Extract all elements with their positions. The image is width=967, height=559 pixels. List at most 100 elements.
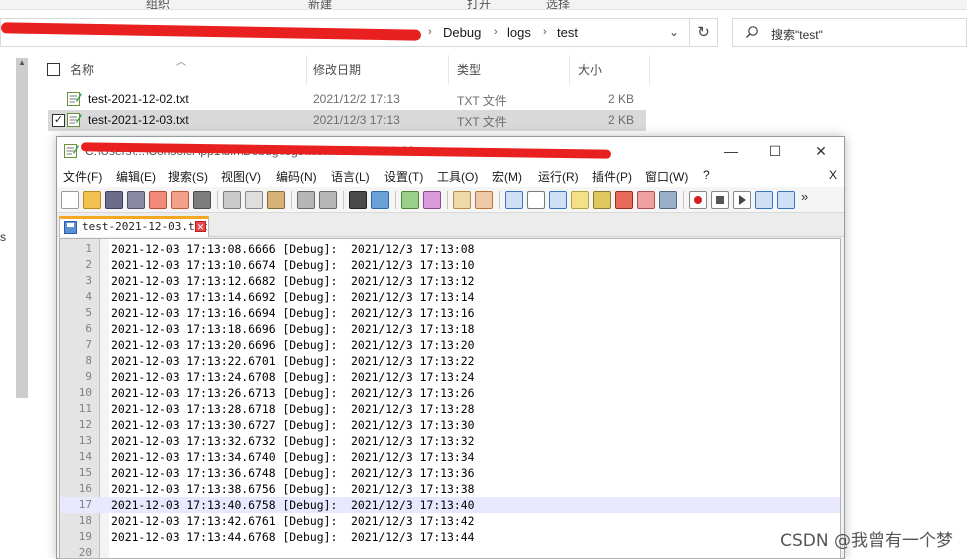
column-headers: ︿ 名称 修改日期 类型 大小 bbox=[38, 55, 658, 85]
editor-line[interactable]: 6 2021-12-03 17:13:18.6696 [Debug]: 2021/… bbox=[60, 321, 840, 337]
replace-icon[interactable] bbox=[371, 191, 389, 209]
ribbon-tab-new[interactable]: 新建 bbox=[308, 0, 332, 9]
maximize-button[interactable]: ☐ bbox=[763, 141, 787, 161]
file-checkbox[interactable]: ✓ bbox=[52, 114, 65, 127]
column-header-date[interactable]: 修改日期 bbox=[305, 55, 449, 85]
editor-line[interactable]: 20 bbox=[60, 545, 840, 558]
folder-workspace-icon[interactable] bbox=[637, 191, 655, 209]
indent-guide-icon[interactable] bbox=[549, 191, 567, 209]
find-icon[interactable] bbox=[349, 191, 367, 209]
show-all-chars-icon[interactable] bbox=[527, 191, 545, 209]
editor[interactable]: 1 2021-12-03 17:13:08.6666 [Debug]: 2021/… bbox=[59, 238, 841, 559]
file-row-selected[interactable]: ✓ test-2021-12-03.txt 2021/12/3 17:13 TX… bbox=[48, 110, 646, 131]
editor-line[interactable]: 19 2021-12-03 17:13:44.6768 [Debug]: 2021… bbox=[60, 529, 840, 545]
stop-macro-icon[interactable] bbox=[711, 191, 729, 209]
menu-macro[interactable]: 宏(M) bbox=[492, 168, 522, 185]
menu-file[interactable]: 文件(F) bbox=[63, 168, 102, 185]
editor-line[interactable]: 5 2021-12-03 17:13:16.6694 [Debug]: 2021/… bbox=[60, 305, 840, 321]
editor-line[interactable]: 16 2021-12-03 17:13:38.6756 [Debug]: 2021… bbox=[60, 481, 840, 497]
file-type: TXT 文件 bbox=[457, 94, 507, 108]
editor-line[interactable]: 9 2021-12-03 17:13:24.6708 [Debug]: 2021/… bbox=[60, 369, 840, 385]
breadcrumb-test[interactable]: test bbox=[557, 25, 578, 40]
line-text: 2021-12-03 17:13:32.6732 [Debug]: 2021/1… bbox=[111, 434, 475, 448]
tab-test-2021-12-03[interactable]: test-2021-12-03.txt ✕ bbox=[59, 216, 209, 237]
nav-item-partial[interactable]: s bbox=[0, 230, 6, 244]
ribbon-tab-open[interactable]: 打开 bbox=[467, 0, 491, 9]
editor-line[interactable]: 15 2021-12-03 17:13:36.6748 [Debug]: 2021… bbox=[60, 465, 840, 481]
menu-settings[interactable]: 设置(T) bbox=[384, 168, 423, 185]
redo-icon[interactable] bbox=[319, 191, 337, 209]
save-all-icon[interactable] bbox=[127, 191, 145, 209]
new-file-icon[interactable] bbox=[61, 191, 79, 209]
minimize-button[interactable]: — bbox=[719, 141, 743, 161]
editor-line[interactable]: 3 2021-12-03 17:13:12.6682 [Debug]: 2021/… bbox=[60, 273, 840, 289]
editor-line[interactable]: 11 2021-12-03 17:13:28.6718 [Debug]: 2021… bbox=[60, 401, 840, 417]
menu-edit[interactable]: 编辑(E) bbox=[116, 168, 156, 185]
cut-icon[interactable] bbox=[223, 191, 241, 209]
play-macro-icon[interactable] bbox=[733, 191, 751, 209]
zoom-out-icon[interactable] bbox=[423, 191, 441, 209]
record-macro-icon[interactable] bbox=[689, 191, 707, 209]
editor-line[interactable]: 18 2021-12-03 17:13:42.6761 [Debug]: 2021… bbox=[60, 513, 840, 529]
column-header-type[interactable]: 类型 bbox=[449, 55, 570, 85]
column-header-size[interactable]: 大小 bbox=[570, 55, 650, 85]
undo-icon[interactable] bbox=[297, 191, 315, 209]
search-input[interactable]: 搜索"test" bbox=[732, 18, 967, 47]
paste-icon[interactable] bbox=[267, 191, 285, 209]
menu-tools[interactable]: 工具(O) bbox=[437, 168, 478, 185]
editor-line-current[interactable]: 17 2021-12-03 17:13:40.6758 [Debug]: 2021… bbox=[60, 497, 840, 513]
editor-line[interactable]: 2 2021-12-03 17:13:10.6674 [Debug]: 2021/… bbox=[60, 257, 840, 273]
menu-view[interactable]: 视图(V) bbox=[221, 168, 261, 185]
editor-line[interactable]: 10 2021-12-03 17:13:26.6713 [Debug]: 2021… bbox=[60, 385, 840, 401]
breadcrumb-logs[interactable]: logs bbox=[507, 25, 531, 40]
editor-line[interactable]: 7 2021-12-03 17:13:20.6696 [Debug]: 2021/… bbox=[60, 337, 840, 353]
breadcrumb-separator: › bbox=[494, 26, 498, 38]
tab-close-icon[interactable]: ✕ bbox=[195, 221, 206, 232]
breadcrumb-debug[interactable]: Debug bbox=[443, 25, 481, 40]
saved-file-icon bbox=[64, 221, 77, 234]
close-all-icon[interactable] bbox=[171, 191, 189, 209]
editor-line[interactable]: 1 2021-12-03 17:13:08.6666 [Debug]: 2021/… bbox=[60, 241, 840, 257]
editor-line[interactable]: 4 2021-12-03 17:13:14.6692 [Debug]: 2021/… bbox=[60, 289, 840, 305]
print-icon[interactable] bbox=[193, 191, 211, 209]
column-header-name[interactable]: 名称 bbox=[62, 55, 307, 85]
file-row[interactable]: test-2021-12-02.txt 2021/12/2 17:13 TXT … bbox=[48, 89, 646, 110]
sync-horizontal-icon[interactable] bbox=[475, 191, 493, 209]
toolbar-overflow-icon[interactable]: » bbox=[801, 189, 815, 204]
save-icon[interactable] bbox=[105, 191, 123, 209]
zoom-in-icon[interactable] bbox=[401, 191, 419, 209]
close-button[interactable]: ✕ bbox=[809, 141, 833, 161]
run-macro-multiple-icon[interactable] bbox=[755, 191, 773, 209]
ribbon-tab-organize[interactable]: 组织 bbox=[146, 0, 170, 9]
menu-encoding[interactable]: 编码(N) bbox=[276, 168, 317, 185]
scroll-up-icon[interactable]: ▲ bbox=[17, 58, 27, 68]
editor-line[interactable]: 13 2021-12-03 17:13:32.6732 [Debug]: 2021… bbox=[60, 433, 840, 449]
user-language-icon[interactable] bbox=[571, 191, 589, 209]
save-macro-icon[interactable] bbox=[777, 191, 795, 209]
editor-line[interactable]: 8 2021-12-03 17:13:22.6701 [Debug]: 2021/… bbox=[60, 353, 840, 369]
editor-line[interactable]: 14 2021-12-03 17:13:34.6740 [Debug]: 2021… bbox=[60, 449, 840, 465]
menu-plugins[interactable]: 插件(P) bbox=[592, 168, 632, 185]
menu-window[interactable]: 窗口(W) bbox=[645, 168, 688, 185]
menu-language[interactable]: 语言(L) bbox=[331, 168, 370, 185]
menu-run[interactable]: 运行(R) bbox=[538, 168, 579, 185]
title-bar[interactable]: C:\Users\...\ConsoleApp1\bin\Debug\logs\… bbox=[57, 137, 844, 165]
select-all-checkbox[interactable] bbox=[47, 63, 60, 76]
open-file-icon[interactable] bbox=[83, 191, 101, 209]
menu-search[interactable]: 搜索(S) bbox=[168, 168, 208, 185]
address-bar[interactable]: › Debug › logs › test ⌄ bbox=[0, 18, 690, 47]
menu-help[interactable]: ? bbox=[703, 168, 710, 182]
editor-line[interactable]: 12 2021-12-03 17:13:30.6727 [Debug]: 2021… bbox=[60, 417, 840, 433]
word-wrap-icon[interactable] bbox=[505, 191, 523, 209]
ribbon-tab-select[interactable]: 选择 bbox=[546, 0, 570, 9]
close-file-icon[interactable] bbox=[149, 191, 167, 209]
sync-vertical-icon[interactable] bbox=[453, 191, 471, 209]
chevron-down-icon[interactable]: ⌄ bbox=[669, 25, 679, 39]
close-document-button[interactable]: X bbox=[829, 168, 837, 182]
nav-scrollbar[interactable] bbox=[16, 58, 28, 398]
doc-map-icon[interactable] bbox=[593, 191, 611, 209]
refresh-button[interactable]: ↻ bbox=[690, 18, 718, 47]
function-list-icon[interactable] bbox=[615, 191, 633, 209]
copy-icon[interactable] bbox=[245, 191, 263, 209]
monitoring-icon[interactable] bbox=[659, 191, 677, 209]
